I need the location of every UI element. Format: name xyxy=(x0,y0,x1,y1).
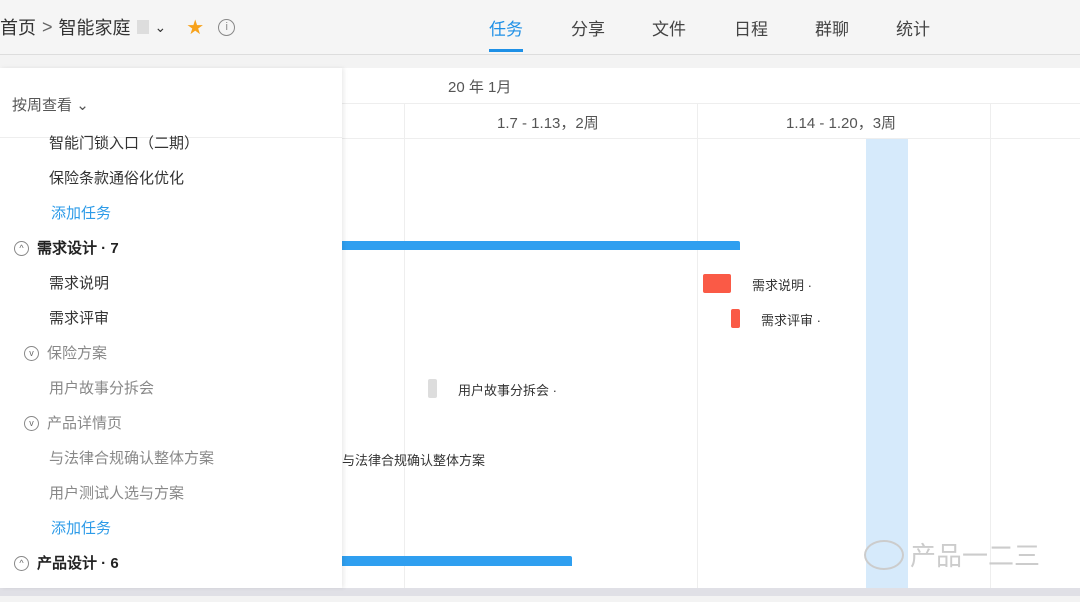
breadcrumb-separator: > xyxy=(42,16,53,37)
week-divider xyxy=(697,103,698,588)
tab-files[interactable]: 文件 xyxy=(652,15,686,40)
week-label: 1.7 - 1.13，2周 xyxy=(497,115,599,132)
watermark-text: 产品一二三 xyxy=(910,541,1041,571)
add-task-button[interactable]: 添加任务 xyxy=(51,511,111,546)
task-row[interactable]: 用户故事分拆会 xyxy=(49,371,154,406)
breadcrumb: 首页 > 智能家庭 ⌄ ★ i xyxy=(0,14,236,40)
task-bar-label: 用户故事分拆会 · xyxy=(458,383,557,398)
group-bar-product-design[interactable] xyxy=(342,556,572,566)
task-row[interactable]: 需求说明 xyxy=(49,266,109,301)
task-list-panel: 按周查看 ⌄ 智能门锁入口（二期） 保险条款通俗化优化 添加任务 ^ 需求设计 · 7 需… xyxy=(0,68,342,588)
row-label: 保险方案 xyxy=(47,345,108,362)
tab-schedule[interactable]: 日程 xyxy=(734,15,768,40)
row-label: 智能门锁入口（二期） xyxy=(49,135,200,152)
group-header[interactable]: ^ 产品设计 · 6 xyxy=(14,546,119,581)
tab-share[interactable]: 分享 xyxy=(571,15,605,40)
row-label: 与法律合规确认整体方案 xyxy=(49,450,215,467)
task-row[interactable]: 与法律合规确认整体方案 xyxy=(49,441,214,476)
gantt-timeline: 20 年 1月 1.7 - 1.13，2周 1.14 - 1.20，3周 需求说… xyxy=(342,68,1080,588)
row-label: 用户故事分拆会 xyxy=(49,380,155,397)
task-row[interactable]: 需求评审 xyxy=(49,301,109,336)
task-bar-label: 与法律合规确认整体方案 xyxy=(342,453,486,468)
row-label: 产品详情页 xyxy=(47,415,123,432)
top-header: 首页 > 智能家庭 ⌄ ★ i 任务 分享 文件 日程 群聊 统计 xyxy=(0,0,1080,55)
group-bar-requirements[interactable] xyxy=(342,241,740,250)
row-label: 添加任务 xyxy=(51,205,112,222)
task-row[interactable]: 保险条款通俗化优化 xyxy=(49,161,184,196)
task-bar-req-review[interactable] xyxy=(731,309,740,328)
month-label: 20 年 1月 xyxy=(448,79,512,96)
task-row[interactable]: 智能门锁入口（二期） xyxy=(49,126,199,161)
task-bar-story-split[interactable] xyxy=(428,379,437,398)
wechat-icon xyxy=(864,539,904,570)
task-row[interactable]: 用户测试人选与方案 xyxy=(49,476,184,511)
task-bar-req-spec[interactable] xyxy=(703,274,731,293)
add-task-button[interactable]: 添加任务 xyxy=(51,196,111,231)
row-label: 产品设计 · 6 xyxy=(37,555,119,572)
tab-stats[interactable]: 统计 xyxy=(896,15,930,40)
row-label: 用户测试人选与方案 xyxy=(49,485,185,502)
week-divider xyxy=(990,103,991,588)
week-divider xyxy=(404,103,405,588)
chevron-down-icon[interactable]: ⌄ xyxy=(155,19,167,36)
collapse-toggle-icon[interactable]: ^ xyxy=(14,556,29,571)
breadcrumb-project[interactable]: 智能家庭 xyxy=(59,14,131,40)
breadcrumb-home[interactable]: 首页 xyxy=(0,14,36,40)
group-header[interactable]: ^ 需求设计 · 7 xyxy=(14,231,119,266)
row-label: 添加任务 xyxy=(51,520,112,537)
view-selector[interactable]: 按周查看 ⌄ xyxy=(12,94,89,115)
view-selector-label: 按周查看 xyxy=(12,97,73,114)
collapse-toggle-icon[interactable]: v xyxy=(24,346,39,361)
divider xyxy=(342,103,1080,104)
chevron-down-icon: ⌄ xyxy=(76,97,89,114)
watermark: 产品一二三 xyxy=(864,536,1040,573)
subgroup-header[interactable]: v 产品详情页 xyxy=(24,406,122,441)
row-label: 需求设计 · 7 xyxy=(37,240,119,257)
row-label: 需求说明 xyxy=(49,275,110,292)
star-icon[interactable]: ★ xyxy=(186,15,204,40)
tab-tasks[interactable]: 任务 xyxy=(489,15,523,52)
today-highlight xyxy=(866,138,908,588)
collapse-toggle-icon[interactable]: v xyxy=(24,416,39,431)
tab-group-chat[interactable]: 群聊 xyxy=(815,15,849,40)
task-bar-label: 需求评审 · xyxy=(761,313,821,328)
week-label: 1.14 - 1.20，3周 xyxy=(786,115,897,132)
task-bar-label: 需求说明 · xyxy=(752,278,812,293)
horizontal-scrollbar[interactable] xyxy=(0,588,1080,596)
row-label: 需求评审 xyxy=(49,310,110,327)
subgroup-header[interactable]: v 保险方案 xyxy=(24,336,107,371)
redacted-block xyxy=(136,20,149,34)
row-label: 保险条款通俗化优化 xyxy=(49,170,185,187)
divider xyxy=(342,138,1080,139)
collapse-toggle-icon[interactable]: ^ xyxy=(14,241,29,256)
info-icon[interactable]: i xyxy=(218,18,236,36)
